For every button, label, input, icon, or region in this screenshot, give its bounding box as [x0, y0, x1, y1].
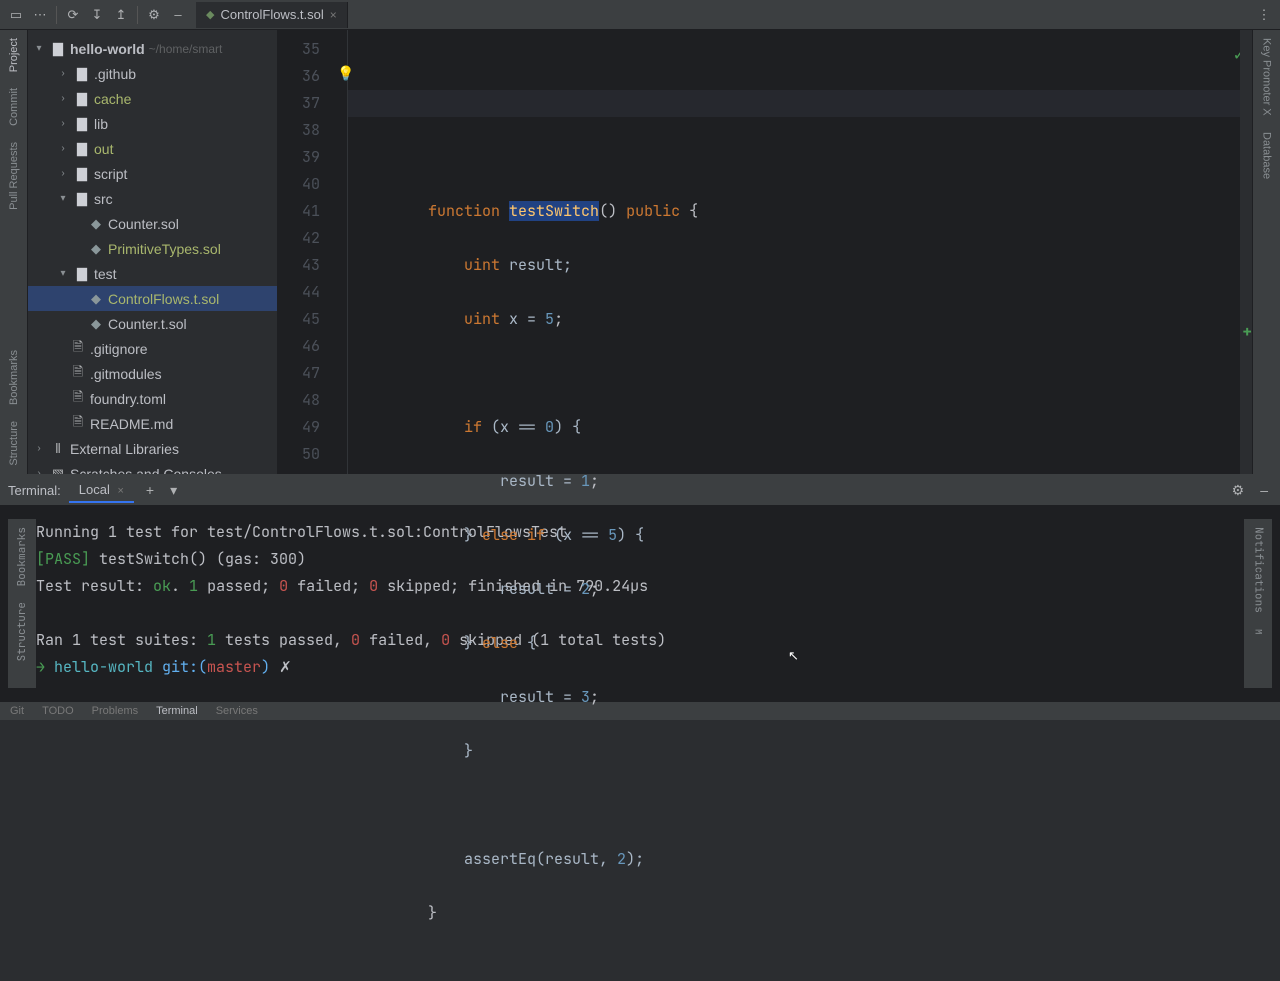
chevron-right-icon: › — [56, 143, 70, 154]
solidity-file-icon: ◆ — [88, 291, 104, 307]
close-icon[interactable]: × — [117, 485, 123, 497]
folder-icon: ▇ — [74, 166, 90, 182]
rail-keypromoter[interactable]: Key Promoter X — [1261, 30, 1273, 124]
terminal-title: Terminal: — [8, 483, 61, 498]
gear-icon[interactable]: ⚙ — [142, 3, 166, 27]
chevron-down-icon: ▾ — [56, 268, 70, 279]
rail-bookmarks[interactable]: Bookmarks — [8, 342, 20, 413]
bottom-todo[interactable]: TODO — [42, 705, 74, 717]
chevron-down-icon[interactable]: ▾ — [166, 482, 181, 499]
chevron-right-icon: › — [32, 468, 46, 474]
bottom-problems[interactable]: Problems — [92, 705, 138, 717]
chevron-right-icon: › — [56, 168, 70, 179]
file-icon: 🗎 — [70, 363, 86, 385]
solidity-file-icon: ◆ — [88, 241, 104, 257]
rail-project[interactable]: Project — [8, 30, 20, 80]
chevron-right-icon: › — [56, 118, 70, 129]
arrow-up-icon[interactable]: ↥ — [109, 3, 133, 27]
folder-icon: ▇ — [74, 116, 90, 132]
rail-structure-2[interactable]: Structure — [9, 594, 36, 669]
chevron-right-icon: › — [56, 68, 70, 79]
minimize-icon[interactable]: – — [1256, 482, 1272, 498]
sync-icon[interactable]: ⟳ — [61, 3, 85, 27]
chevron-right-icon: › — [56, 93, 70, 104]
rail-database[interactable]: Database — [1261, 124, 1273, 187]
bottom-git[interactable]: Git — [10, 705, 24, 717]
folder-icon: ▇ — [74, 91, 90, 107]
minimize-icon[interactable]: – — [166, 3, 190, 27]
solidity-file-icon: ◆ — [88, 216, 104, 232]
rail-make[interactable]: M — [1245, 621, 1272, 642]
code-area[interactable]: } function testSwitch() public { uint re… — [348, 30, 1240, 474]
line-gutter: 35363738394041424344454647484950 — [278, 30, 334, 474]
arrow-down-icon[interactable]: ↧ — [85, 3, 109, 27]
tree-gitignore[interactable]: 🗎 .gitignore — [28, 336, 277, 361]
bottom-terminal[interactable]: Terminal — [156, 705, 198, 717]
tab-label: ControlFlows.t.sol — [220, 7, 323, 22]
tree-external[interactable]: › ⫴ External Libraries — [28, 436, 277, 461]
solidity-file-icon: ◆ — [206, 8, 214, 21]
tree-counter[interactable]: ◆ Counter.sol — [28, 211, 277, 236]
tree-foundry[interactable]: 🗎 foundry.toml — [28, 386, 277, 411]
rail-structure[interactable]: Structure — [8, 413, 20, 474]
fold-strip: 💡 — [334, 30, 348, 474]
tree-countert[interactable]: ◆ Counter.t.sol — [28, 311, 277, 336]
more-vertical-icon[interactable]: ⋮ — [1252, 3, 1276, 27]
folder-icon: ▇ — [74, 141, 90, 157]
tree-test[interactable]: ▾ ▇ test — [28, 261, 277, 286]
project-tree: ▾ ▇ hello-world ~/home/smart › ▇ .github… — [28, 30, 278, 474]
scratches-icon: ▧ — [50, 466, 66, 475]
left-rail: Project Commit Pull Requests Bookmarks S… — [0, 30, 28, 474]
code-editor[interactable]: 35363738394041424344454647484950 💡 } fun… — [278, 30, 1252, 474]
bottom-services[interactable]: Services — [216, 705, 258, 717]
tree-primitive[interactable]: ◆ PrimitiveTypes.sol — [28, 236, 277, 261]
tree-cache[interactable]: › ▇ cache — [28, 86, 277, 111]
tree-out[interactable]: › ▇ out — [28, 136, 277, 161]
diff-add-icon: + — [1242, 321, 1252, 342]
rail-commit[interactable]: Commit — [8, 80, 20, 134]
editor-tab[interactable]: ◆ ControlFlows.t.sol × — [196, 2, 348, 28]
rail-notifications[interactable]: Notifications — [1245, 519, 1272, 621]
screen-icon[interactable]: ▭ — [4, 3, 28, 27]
library-icon: ⫴ — [50, 441, 66, 457]
tree-controlflows[interactable]: ◆ ControlFlows.t.sol — [28, 286, 277, 311]
rail-pull-requests[interactable]: Pull Requests — [8, 134, 20, 218]
tree-root[interactable]: ▾ ▇ hello-world ~/home/smart — [28, 36, 277, 61]
file-icon: 🗎 — [70, 338, 86, 360]
main-area: Project Commit Pull Requests Bookmarks S… — [0, 30, 1280, 474]
folder-icon: ▇ — [74, 266, 90, 282]
tree-github[interactable]: › ▇ .github — [28, 61, 277, 86]
chevron-down-icon: ▾ — [56, 193, 70, 204]
tree-gitmodules[interactable]: 🗎 .gitmodules — [28, 361, 277, 386]
rail-bookmarks-2[interactable]: Bookmarks — [9, 519, 36, 594]
tree-script[interactable]: › ▇ script — [28, 161, 277, 186]
tree-src[interactable]: ▾ ▇ src — [28, 186, 277, 211]
overflow-icon[interactable]: ⋯ — [28, 3, 52, 27]
folder-icon: ▇ — [74, 191, 90, 207]
add-terminal-button[interactable]: + — [142, 482, 158, 498]
file-icon: 🗎 — [70, 413, 86, 435]
terminal-tab[interactable]: Local × — [69, 478, 134, 503]
right-rail: Key Promoter X Database — [1252, 30, 1280, 474]
minimap[interactable]: + — [1240, 30, 1252, 474]
main-toolbar: ▭ ⋯ ⟳ ↧ ↥ ⚙ – ◆ ControlFlows.t.sol × ⋮ — [0, 0, 1280, 30]
close-icon[interactable]: × — [330, 8, 337, 22]
tree-lib[interactable]: › ▇ lib — [28, 111, 277, 136]
tree-scratches[interactable]: › ▧ Scratches and Consoles — [28, 461, 277, 474]
solidity-file-icon: ◆ — [88, 316, 104, 332]
folder-icon: ▇ — [50, 41, 66, 57]
tree-readme[interactable]: 🗎 README.md — [28, 411, 277, 436]
chevron-right-icon: › — [32, 443, 46, 454]
file-icon: 🗎 — [70, 388, 86, 410]
chevron-down-icon: ▾ — [32, 43, 46, 54]
folder-icon: ▇ — [74, 66, 90, 82]
